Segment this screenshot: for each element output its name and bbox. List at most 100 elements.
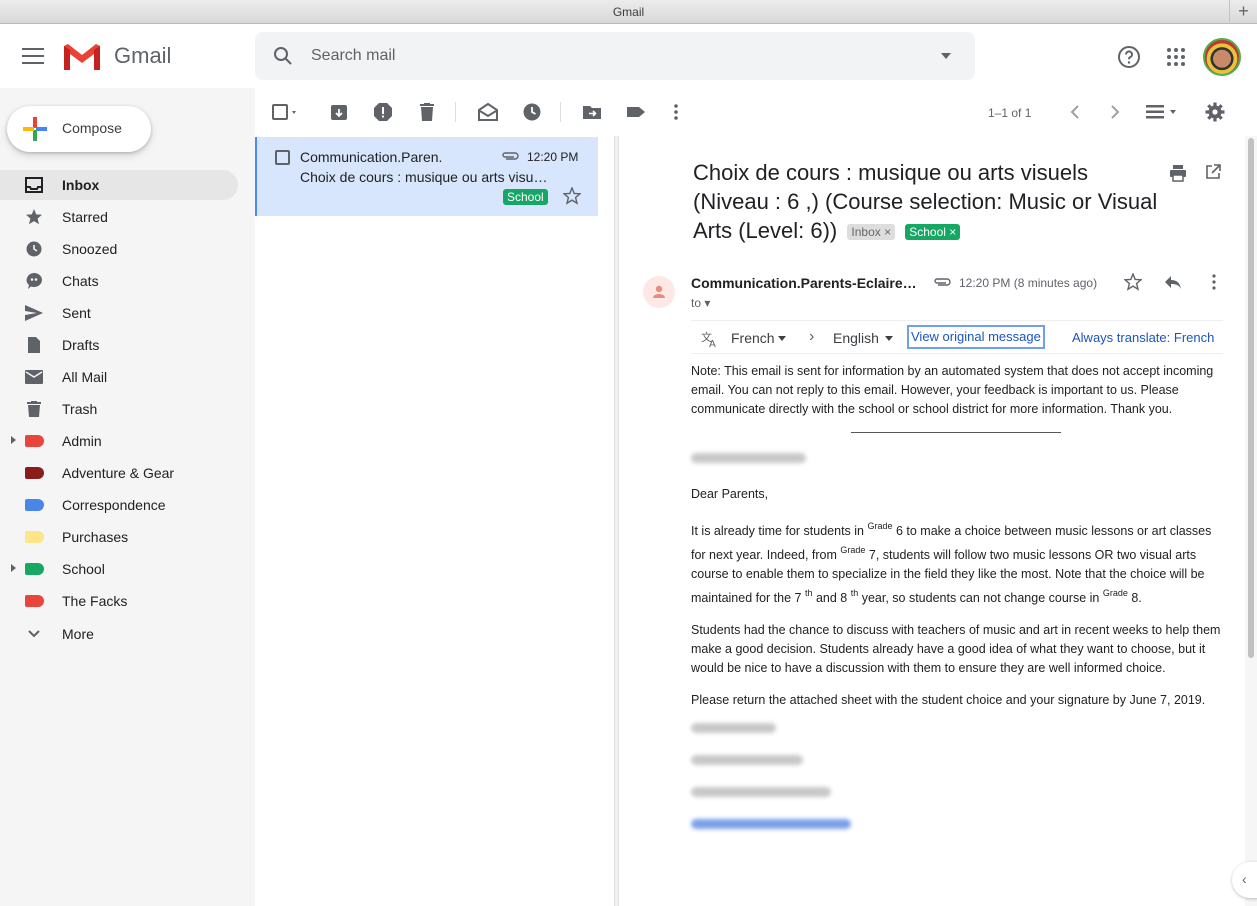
reading-pane: Choix de cours : musique ou arts visuels… <box>619 136 1245 906</box>
report-spam-icon[interactable] <box>373 102 393 122</box>
settings-gear-icon[interactable] <box>1205 102 1225 122</box>
sidebar-item-snoozed[interactable]: Snoozed <box>0 234 238 264</box>
open-in-new-window-icon[interactable] <box>1205 164 1221 180</box>
label-icon <box>25 531 44 543</box>
mark-unread-icon[interactable] <box>478 102 498 122</box>
label-tag-icon[interactable] <box>626 102 646 122</box>
chevron-left-icon[interactable] <box>1065 102 1085 122</box>
sidebar-item-label: Drafts <box>62 337 100 353</box>
sidebar-item-adventure-gear[interactable]: Adventure & Gear <box>0 458 238 488</box>
gmail-logo-icon[interactable] <box>62 42 102 72</box>
dropdown-caret-icon[interactable] <box>885 336 893 341</box>
expand-arrow-icon[interactable] <box>11 436 16 444</box>
reply-icon[interactable] <box>1164 273 1182 291</box>
translation-bar: 文A French › English View original messag… <box>691 320 1223 354</box>
paragraph-return-sheet: Please return the attached sheet with th… <box>691 693 1206 707</box>
new-tab-button[interactable]: + <box>1229 0 1257 24</box>
sidebar-item-sent[interactable]: Sent <box>0 298 238 328</box>
dropdown-caret-icon[interactable] <box>778 336 786 341</box>
compose-button[interactable]: Compose <box>7 106 151 152</box>
sidebar-item-school[interactable]: School <box>0 554 238 584</box>
apps-grid-icon[interactable] <box>1164 45 1188 69</box>
row-subject: Choix de cours : musique ou arts visuels… <box>300 169 550 185</box>
message-time: 12:20 PM (8 minutes ago) <box>959 276 1098 290</box>
more-vert-icon[interactable] <box>666 102 686 122</box>
main-menu-icon[interactable] <box>22 48 44 64</box>
toolbar-divider <box>560 102 561 122</box>
message-body: Note: This email is sent for information… <box>691 362 1221 851</box>
sidebar-item-label: Correspondence <box>62 497 166 513</box>
chevron-right-icon[interactable] <box>1105 102 1125 122</box>
sidebar-item-label: Inbox <box>62 177 100 193</box>
sidebar-item-all-mail[interactable]: All Mail <box>0 362 238 392</box>
star-icon <box>26 209 42 225</box>
sidebar-item-label: Snoozed <box>62 241 118 257</box>
row-checkbox[interactable] <box>275 150 290 165</box>
expand-arrow-icon[interactable] <box>11 564 16 572</box>
label-icon <box>25 563 44 575</box>
search-icon[interactable] <box>273 46 293 66</box>
sender-avatar[interactable] <box>643 276 675 308</box>
search-input[interactable]: Search mail <box>311 47 395 65</box>
chat-icon <box>26 273 42 289</box>
split-pane-toggle-icon[interactable] <box>1145 102 1181 122</box>
clock-icon <box>26 241 42 257</box>
star-outline-icon[interactable] <box>563 187 581 205</box>
print-icon[interactable] <box>1169 164 1187 182</box>
delete-icon[interactable] <box>417 102 437 122</box>
source-language-select[interactable]: French <box>731 330 775 346</box>
account-avatar[interactable] <box>1203 38 1241 76</box>
sidebar-item-trash[interactable]: Trash <box>0 394 238 424</box>
help-icon[interactable] <box>1117 45 1141 69</box>
sidebar-item-label: Adventure & Gear <box>62 465 175 481</box>
row-sender: Communication.Paren. <box>300 149 443 165</box>
recipient-label: to <box>691 296 702 310</box>
inbox-icon <box>25 177 43 193</box>
move-to-icon[interactable] <box>582 102 602 122</box>
snooze-icon[interactable] <box>522 102 542 122</box>
sidebar-item-label: Chats <box>62 273 99 289</box>
sidebar-item-purchases[interactable]: Purchases <box>0 522 238 552</box>
recipient-toggle[interactable]: to ▾ <box>691 296 710 310</box>
sidebar-item-more[interactable]: More <box>0 619 238 649</box>
redacted-text <box>691 453 806 463</box>
target-language-select[interactable]: English <box>833 330 879 346</box>
sidebar-item-label: School <box>62 561 105 577</box>
sidebar-item-correspondence[interactable]: Correspondence <box>0 490 238 520</box>
scrollbar-thumb[interactable] <box>1248 138 1254 658</box>
sidebar-item-inbox[interactable]: Inbox <box>0 170 238 200</box>
sidebar-item-chats[interactable]: Chats <box>0 266 238 296</box>
window-title: Gmail <box>612 5 645 19</box>
sidebar-item-starred[interactable]: Starred <box>0 202 238 232</box>
sidebar-item-the-facks[interactable]: The Facks <box>0 586 238 616</box>
more-vert-icon[interactable] <box>1211 273 1217 291</box>
star-outline-icon[interactable] <box>1124 273 1142 291</box>
pagination-count: 1–1 of 1 <box>988 106 1032 120</box>
always-translate-link[interactable]: Always translate: French <box>1072 330 1214 345</box>
sidebar-item-admin[interactable]: Admin <box>0 426 238 456</box>
archive-icon[interactable] <box>329 102 349 122</box>
search-bar[interactable]: Search mail <box>255 32 975 80</box>
select-all-checkbox[interactable] <box>271 102 299 122</box>
reading-pane-scrollbar[interactable] <box>1245 136 1257 906</box>
inbox-chip[interactable]: Inbox × <box>847 224 896 241</box>
translate-icon: 文A <box>701 330 716 348</box>
school-chip[interactable]: School × <box>905 224 961 241</box>
window-titlebar: Gmail + <box>0 0 1257 24</box>
search-options-icon[interactable] <box>941 53 951 59</box>
plus-icon <box>23 117 47 141</box>
attachment-icon <box>502 152 519 160</box>
sidebar: Compose Inbox Starred Snoozed Chats Sent… <box>0 88 255 906</box>
paragraph-discussion: Students had the chance to discuss with … <box>691 623 1221 675</box>
sender-name[interactable]: Communication.Parents-Eclaireur… <box>691 275 919 291</box>
automated-note: Note: This email is sent for information… <box>691 364 1214 416</box>
view-original-link[interactable]: View original message <box>907 325 1045 349</box>
row-label-chip[interactable]: School <box>503 189 548 205</box>
mail-toolbar: 1–1 of 1 <box>255 88 1257 136</box>
send-icon <box>25 305 43 321</box>
sidebar-item-drafts[interactable]: Drafts <box>0 330 238 360</box>
redacted-text <box>691 787 831 797</box>
email-list-row[interactable]: Communication.Paren. 12:20 PM Choix de c… <box>255 137 598 216</box>
redacted-link[interactable] <box>691 819 851 829</box>
label-icon <box>25 435 44 447</box>
